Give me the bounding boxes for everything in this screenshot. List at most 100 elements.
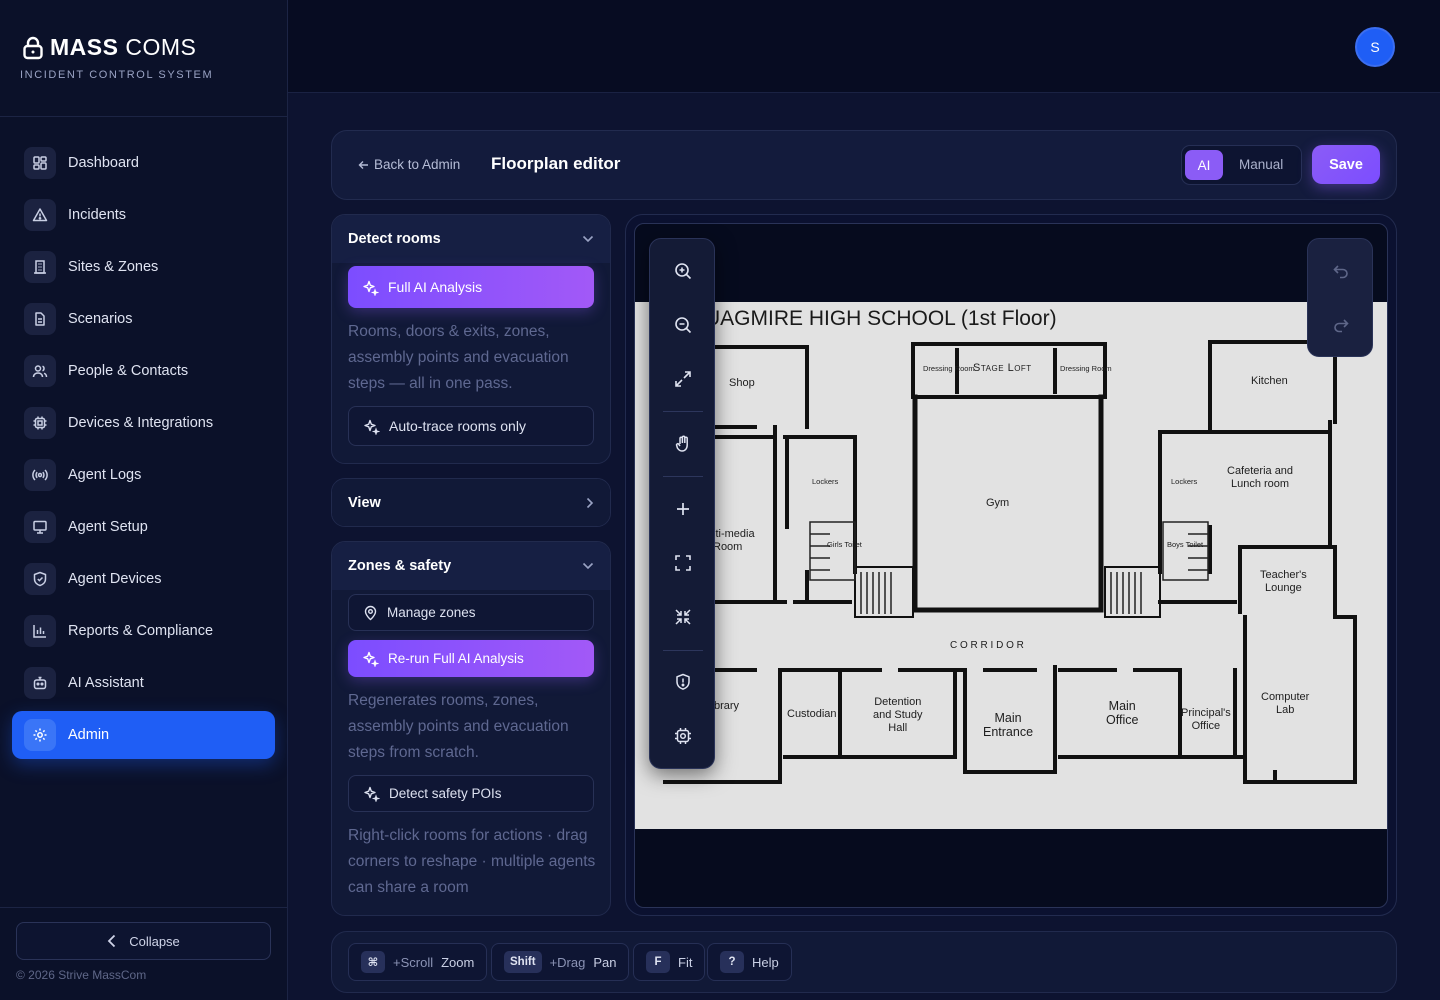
detect-safety-pois-button[interactable]: Detect safety POIs <box>348 775 594 812</box>
back-to-admin-link[interactable]: Back to Admin <box>358 157 460 172</box>
sidebar-item-devices-integrations[interactable]: Devices & Integrations <box>12 399 275 447</box>
plus-icon <box>674 500 692 518</box>
gear-icon <box>24 719 56 751</box>
settings-button[interactable] <box>663 716 703 756</box>
shortcut-action: Pan <box>593 954 617 970</box>
shortcut-fit: F Fit <box>633 943 706 981</box>
auto-trace-rooms-button[interactable]: Auto-trace rooms only <box>348 406 594 446</box>
toolbar-divider <box>663 411 703 412</box>
robot-icon <box>24 667 56 699</box>
zoom-out-button[interactable] <box>663 305 703 345</box>
sidebar-item-label: Agent Setup <box>68 519 148 535</box>
button-label: Full AI Analysis <box>388 279 483 295</box>
room-label-lockers-right: Lockers <box>1171 477 1198 486</box>
shield-alert-icon <box>673 672 693 692</box>
full-ai-analysis-button[interactable]: Full AI Analysis <box>348 266 594 308</box>
sidebar-item-dashboard[interactable]: Dashboard <box>12 139 275 187</box>
room-label-multimedia: lti-media Room <box>713 528 755 553</box>
panel-title: Detect rooms <box>348 231 441 247</box>
avatar[interactable]: S <box>1355 27 1395 67</box>
redo-button[interactable] <box>1321 305 1361 345</box>
pan-button[interactable] <box>663 424 703 464</box>
room-label-dressing-right: Dressing Room <box>1060 364 1112 373</box>
zoom-out-icon <box>673 315 693 335</box>
editor-hint: Right-click rooms for actions · drag cor… <box>348 827 596 896</box>
chevron-left-icon <box>107 934 117 948</box>
undo-button[interactable] <box>1321 251 1361 291</box>
room-label-computer-lab: Computer Lab <box>1261 691 1310 716</box>
sidebar-item-agent-devices[interactable]: Agent Devices <box>12 555 275 603</box>
brand-name-light: COMS <box>125 34 197 60</box>
sidebar-item-label: AI Assistant <box>68 675 144 691</box>
hand-icon <box>673 434 693 454</box>
sidebar-item-label: Agent Logs <box>68 467 142 483</box>
room-label-main-office: Main Office <box>1106 699 1139 727</box>
chevron-right-icon <box>586 497 594 509</box>
rerun-full-ai-analysis-button[interactable]: Re-run Full AI Analysis <box>348 640 594 677</box>
editor-header: Back to Admin Floorplan editor AI Manual… <box>331 130 1397 200</box>
brand-row: MASS COMS <box>22 34 213 61</box>
sidebar-item-label: Sites & Zones <box>68 259 159 275</box>
shortcut-action: Fit <box>678 954 693 970</box>
sidebar-item-label: Devices & Integrations <box>68 415 214 431</box>
undo-icon <box>1332 262 1350 280</box>
save-button[interactable]: Save <box>1312 145 1380 184</box>
expand-button[interactable] <box>663 359 703 399</box>
sidebar-item-agent-logs[interactable]: Agent Logs <box>12 451 275 499</box>
shortcut-zoom: ⌘ +Scroll Zoom <box>348 943 488 981</box>
brand-name-bold: MASS <box>50 34 119 60</box>
room-label-stage-loft: Stage Loft <box>973 362 1032 374</box>
room-label-shop: Shop <box>729 377 755 389</box>
zones-safety-panel: Zones & safety Manage zones Re-run Full … <box>331 541 611 916</box>
sidebar-item-agent-setup[interactable]: Agent Setup <box>12 503 275 551</box>
toolbar-divider <box>663 650 703 651</box>
arrow-left-icon <box>358 160 369 170</box>
collapse-label: Collapse <box>129 933 180 949</box>
brand-subtitle: INCIDENT CONTROL SYSTEM <box>20 69 214 81</box>
button-label: Detect safety POIs <box>389 786 502 801</box>
lock-icon <box>22 36 44 60</box>
sidebar-item-ai-assistant[interactable]: AI Assistant <box>12 659 275 707</box>
sidebar: MASS COMS INCIDENT CONTROL SYSTEM Dashbo… <box>0 0 288 1000</box>
fit-frame-button[interactable] <box>663 543 703 583</box>
shortcut-action: Help <box>752 954 779 970</box>
rerun-description: Regenerates rooms, zones, assembly point… <box>348 692 569 761</box>
panel-title: Zones & safety <box>348 558 452 574</box>
back-label: Back to Admin <box>374 157 461 172</box>
zoom-in-icon <box>673 261 693 281</box>
detect-rooms-header[interactable]: Detect rooms <box>332 215 610 263</box>
shortcuts-bar: ⌘ +Scroll Zoom Shift +Drag Pan F Fit ? H… <box>331 931 1397 993</box>
detect-rooms-description: Rooms, doors & exits, zones, assembly po… <box>348 323 569 392</box>
zoom-in-button[interactable] <box>663 251 703 291</box>
mode-manual-button[interactable]: Manual <box>1239 157 1283 172</box>
canvas-toolbar <box>649 238 715 769</box>
sidebar-item-reports-compliance[interactable]: Reports & Compliance <box>12 607 275 655</box>
document-icon <box>24 303 56 335</box>
manage-zones-button[interactable]: Manage zones <box>348 594 594 631</box>
redo-icon <box>1332 316 1350 334</box>
broadcast-icon <box>24 459 56 491</box>
detect-rooms-panel: Detect rooms Full AI Analysis Rooms, doo… <box>331 214 611 464</box>
shortcut-modifier: +Drag <box>549 954 586 970</box>
brand-name: MASS COMS <box>50 34 196 61</box>
sidebar-item-admin[interactable]: Admin <box>12 711 275 759</box>
floorplan-image[interactable]: UAGMIRE HIGH SCHOOL (1st Floor) Shop Dre… <box>635 302 1387 829</box>
zones-safety-header[interactable]: Zones & safety <box>332 542 610 590</box>
chip-icon <box>24 407 56 439</box>
collapse-view-button[interactable] <box>663 597 703 637</box>
mode-ai-button[interactable]: AI <box>1185 150 1223 180</box>
shortcut-action: Zoom <box>441 954 475 970</box>
room-label-main-entrance: Main Entrance <box>983 711 1034 739</box>
collapse-button[interactable]: Collapse <box>16 922 271 960</box>
safety-alert-button[interactable] <box>663 662 703 702</box>
view-header[interactable]: View <box>332 479 610 526</box>
warning-icon <box>24 199 56 231</box>
sidebar-item-scenarios[interactable]: Scenarios <box>12 295 275 343</box>
room-label-teachers-lounge: Teacher's Lounge <box>1260 569 1307 594</box>
sidebar-item-people-contacts[interactable]: People & Contacts <box>12 347 275 395</box>
sidebar-item-incidents[interactable]: Incidents <box>12 191 275 239</box>
brand: MASS COMS INCIDENT CONTROL SYSTEM <box>20 34 214 81</box>
collapse-arrows-icon <box>673 607 693 627</box>
sidebar-item-sites-zones[interactable]: Sites & Zones <box>12 243 275 291</box>
add-button[interactable] <box>663 489 703 529</box>
